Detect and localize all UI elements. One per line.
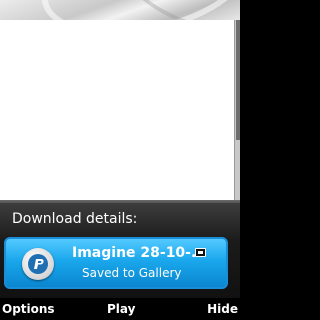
content-area [0,20,234,203]
scrollbar[interactable] [234,20,240,203]
scrollbar-thumb[interactable] [236,20,240,140]
download-item-title: Imagine 28-10-... [72,245,207,261]
popup-title: Download details: [12,211,138,227]
wallpaper-header [0,0,240,20]
hide-softkey[interactable]: Hide [207,302,238,316]
options-softkey[interactable]: Options [2,302,55,316]
memory-card-icon [195,248,206,257]
download-item[interactable]: Imagine 28-10-... Saved to Gallery [4,237,228,289]
download-item-status: Saved to Gallery [82,266,182,280]
realplayer-icon [22,248,54,280]
softkey-bar: Options Play Hide [0,298,240,320]
download-details-popup: Download details: Imagine 28-10-... Save… [0,203,240,298]
play-softkey[interactable]: Play [107,302,135,316]
